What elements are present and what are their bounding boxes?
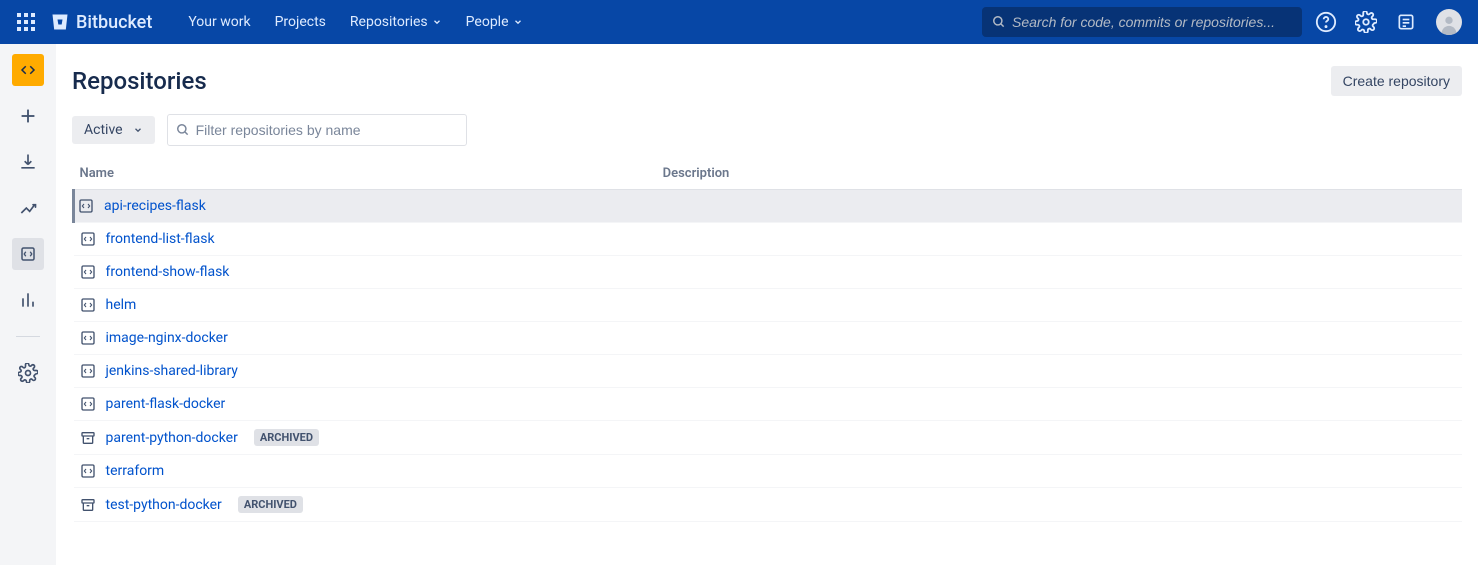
- notes-icon: [1396, 12, 1416, 32]
- repo-link[interactable]: terraform: [106, 463, 165, 479]
- repo-description: [657, 421, 1462, 455]
- repo-description: [657, 223, 1462, 256]
- filter-repositories-box[interactable]: [167, 114, 467, 146]
- global-search[interactable]: [982, 7, 1302, 37]
- gear-icon: [1355, 11, 1377, 33]
- download-icon: [18, 152, 38, 172]
- sidebar-reports[interactable]: [12, 284, 44, 316]
- nav-item-label: Your work: [188, 14, 250, 30]
- repo-link[interactable]: frontend-show-flask: [106, 264, 230, 280]
- nav-item-repositories[interactable]: Repositories: [338, 0, 454, 44]
- table-row[interactable]: parent-python-docker ARCHIVED: [74, 421, 1463, 455]
- repo-icon: [80, 264, 96, 280]
- repo-description: [657, 256, 1462, 289]
- repo-icon: [80, 396, 96, 412]
- table-row[interactable]: helm: [74, 289, 1463, 322]
- repo-link[interactable]: frontend-list-flask: [106, 231, 215, 247]
- project-sidebar: [0, 44, 56, 565]
- nav-item-projects[interactable]: Projects: [263, 0, 338, 44]
- repo-icon: [80, 463, 96, 479]
- repo-link[interactable]: parent-flask-docker: [106, 396, 226, 412]
- repo-description: [657, 488, 1462, 522]
- search-icon: [992, 15, 1006, 29]
- table-row[interactable]: jenkins-shared-library: [74, 355, 1463, 388]
- chevron-down-icon: [133, 125, 143, 135]
- main-content: Repositories Create repository Active Na…: [56, 44, 1478, 565]
- nav-item-people[interactable]: People: [454, 0, 535, 44]
- repositories-table: Name Description api-recipes-flask fronte…: [72, 158, 1462, 522]
- repo-icon: [80, 297, 96, 313]
- sidebar-settings[interactable]: [12, 357, 44, 389]
- column-header-name[interactable]: Name: [74, 158, 657, 190]
- sidebar-clone[interactable]: [12, 146, 44, 178]
- nav-item-label: Repositories: [350, 14, 428, 30]
- status-filter-dropdown[interactable]: Active: [72, 116, 155, 144]
- nav-item-label: People: [466, 14, 509, 30]
- global-search-input[interactable]: [1012, 14, 1292, 30]
- nav-item-your-work[interactable]: Your work: [176, 0, 262, 44]
- nav-item-label: Projects: [275, 14, 326, 30]
- repo-description: [657, 322, 1462, 355]
- code-icon: [19, 61, 37, 79]
- repo-icon: [78, 198, 94, 214]
- repo-icon: [80, 330, 96, 346]
- column-header-description[interactable]: Description: [657, 158, 1462, 190]
- chart-up-icon: [18, 198, 38, 218]
- repo-icon: [80, 231, 96, 247]
- project-avatar[interactable]: [12, 54, 44, 86]
- help-button[interactable]: [1310, 6, 1342, 38]
- chevron-down-icon: [432, 17, 442, 27]
- settings-button[interactable]: [1350, 6, 1382, 38]
- chevron-down-icon: [513, 17, 523, 27]
- plus-icon: [17, 105, 39, 127]
- sidebar-add[interactable]: [12, 100, 44, 132]
- repo-link[interactable]: api-recipes-flask: [104, 198, 206, 214]
- archived-badge: ARCHIVED: [238, 496, 303, 513]
- brand-link[interactable]: Bitbucket: [50, 12, 152, 33]
- repo-description: [657, 289, 1462, 322]
- archive-icon: [80, 430, 96, 446]
- status-filter-label: Active: [84, 122, 123, 138]
- bitbucket-logo-icon: [50, 12, 70, 32]
- table-row[interactable]: test-python-docker ARCHIVED: [74, 488, 1463, 522]
- archived-badge: ARCHIVED: [254, 429, 319, 446]
- page-title: Repositories: [72, 67, 207, 95]
- repo-link[interactable]: parent-python-docker: [106, 430, 238, 446]
- create-repository-button[interactable]: Create repository: [1331, 66, 1462, 96]
- search-icon: [176, 123, 190, 137]
- repo-icon: [19, 245, 37, 263]
- repo-link[interactable]: helm: [106, 297, 137, 313]
- repo-description: [657, 190, 1462, 223]
- archive-icon: [80, 497, 96, 513]
- table-row[interactable]: api-recipes-flask: [74, 190, 1463, 223]
- repo-link[interactable]: image-nginx-docker: [106, 330, 228, 346]
- repo-link[interactable]: jenkins-shared-library: [106, 363, 238, 379]
- repo-description: [657, 388, 1462, 421]
- table-row[interactable]: image-nginx-docker: [74, 322, 1463, 355]
- whats-new-button[interactable]: [1390, 6, 1422, 38]
- filter-repositories-input[interactable]: [196, 122, 458, 138]
- brand-text: Bitbucket: [76, 12, 152, 33]
- sidebar-repositories[interactable]: [12, 238, 44, 270]
- user-avatar[interactable]: [1436, 9, 1462, 35]
- repo-icon: [80, 363, 96, 379]
- table-row[interactable]: terraform: [74, 455, 1463, 488]
- table-row[interactable]: parent-flask-docker: [74, 388, 1463, 421]
- table-row[interactable]: frontend-show-flask: [74, 256, 1463, 289]
- sidebar-activity[interactable]: [12, 192, 44, 224]
- help-icon: [1315, 11, 1337, 33]
- repo-link[interactable]: test-python-docker: [106, 497, 222, 513]
- table-row[interactable]: frontend-list-flask: [74, 223, 1463, 256]
- gear-icon: [18, 363, 38, 383]
- repo-description: [657, 455, 1462, 488]
- repo-description: [657, 355, 1462, 388]
- top-navbar: Bitbucket Your work Projects Repositories P…: [0, 0, 1478, 44]
- app-switcher-icon[interactable]: [10, 6, 42, 38]
- bar-chart-icon: [18, 290, 38, 310]
